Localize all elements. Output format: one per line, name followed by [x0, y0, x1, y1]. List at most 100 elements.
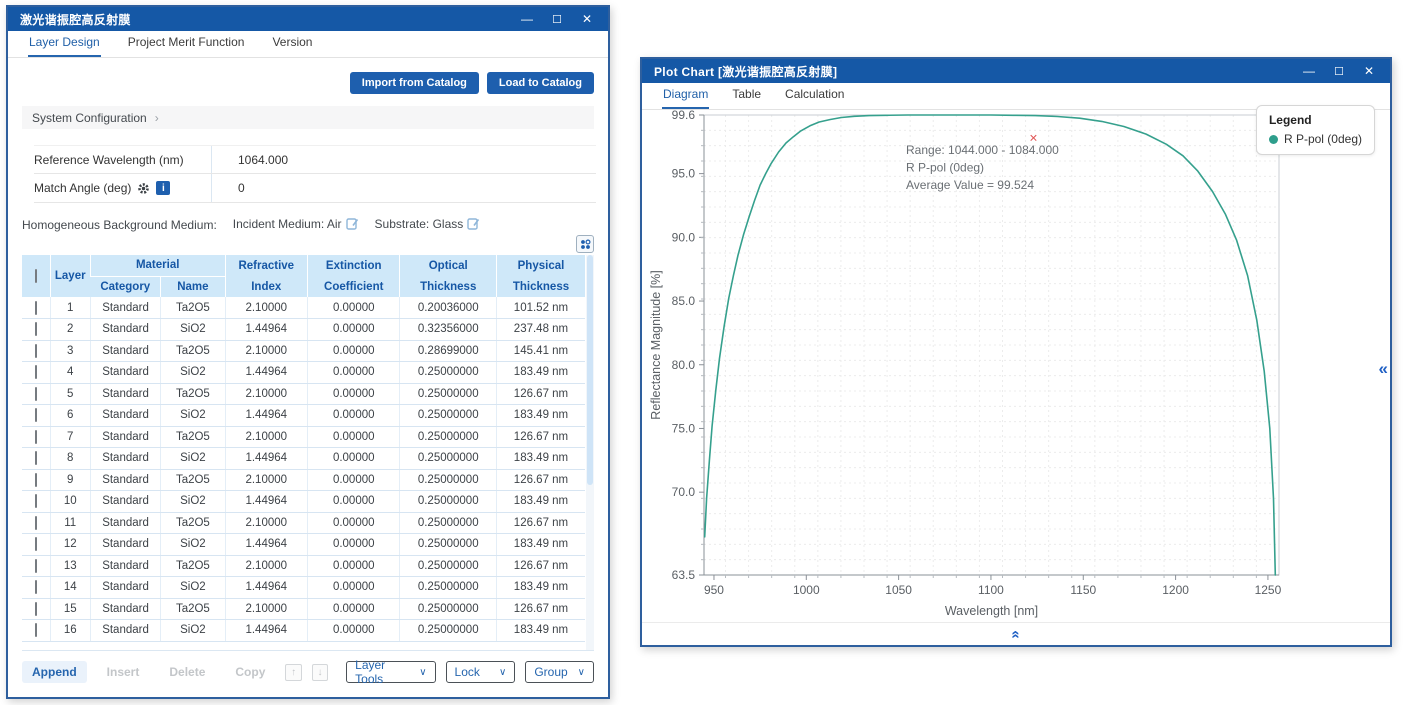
table-cell[interactable]: 0.00000 — [307, 362, 399, 384]
table-cell[interactable]: 0.25000000 — [400, 469, 497, 491]
tab-version[interactable]: Version — [271, 30, 313, 57]
layer-checkbox[interactable] — [35, 451, 37, 465]
append-button[interactable]: Append — [22, 661, 87, 683]
expand-up-icon[interactable]: « — [1009, 630, 1024, 638]
table-cell[interactable]: Standard — [90, 512, 160, 534]
table-cell[interactable]: 2.10000 — [225, 340, 307, 362]
lock-dropdown[interactable]: Lock∨ — [446, 661, 516, 683]
table-cell[interactable]: 2 — [50, 319, 90, 341]
table-cell[interactable]: SiO2 — [161, 534, 225, 556]
table-cell[interactable]: 15 — [50, 598, 90, 620]
table-cell[interactable]: 4 — [50, 362, 90, 384]
table-cell[interactable]: 0.20036000 — [400, 297, 497, 319]
table-cell[interactable]: 14 — [50, 577, 90, 599]
table-cell[interactable]: 237.48 nm — [496, 319, 585, 341]
column-chooser-icon[interactable] — [576, 235, 594, 253]
table-cell[interactable]: 0.00000 — [307, 620, 399, 642]
system-configuration-expander[interactable]: System Configuration › — [22, 106, 594, 129]
table-cell[interactable]: 1.44964 — [225, 448, 307, 470]
table-cell[interactable]: 1 — [50, 297, 90, 319]
table-cell[interactable]: SiO2 — [161, 577, 225, 599]
table-cell[interactable]: Standard — [90, 469, 160, 491]
layer-checkbox[interactable] — [35, 430, 37, 444]
right-titlebar[interactable]: Plot Chart [激光谐振腔高反射膜] — ☐ ✕ — [642, 59, 1390, 83]
table-cell[interactable]: 0.25000000 — [400, 383, 497, 405]
table-cell[interactable]: 126.67 nm — [496, 383, 585, 405]
scrollbar-thumb[interactable] — [587, 255, 593, 485]
layer-checkbox[interactable] — [35, 537, 37, 551]
table-cell[interactable]: 2.10000 — [225, 297, 307, 319]
reference-wavelength-field[interactable]: 1064.000 — [212, 153, 288, 167]
edit-substrate-icon[interactable] — [467, 217, 480, 233]
layer-checkbox[interactable] — [35, 623, 37, 637]
select-all-checkbox[interactable] — [35, 269, 37, 283]
table-cell[interactable]: 0.00000 — [307, 512, 399, 534]
match-angle-field[interactable]: 0 — [212, 181, 245, 195]
table-cell[interactable]: 7 — [50, 426, 90, 448]
table-cell[interactable]: 2.10000 — [225, 555, 307, 577]
table-row[interactable]: 7StandardTa2O52.100000.000000.2500000012… — [22, 426, 585, 448]
minimize-icon[interactable]: — — [1296, 61, 1322, 81]
table-row[interactable]: 13StandardTa2O52.100000.000000.250000001… — [22, 555, 585, 577]
table-cell[interactable]: 0.25000000 — [400, 362, 497, 384]
table-cell[interactable]: 0.28699000 — [400, 340, 497, 362]
table-cell[interactable]: Standard — [90, 448, 160, 470]
table-cell[interactable]: 183.49 nm — [496, 620, 585, 642]
table-row[interactable]: 6StandardSiO21.449640.000000.25000000183… — [22, 405, 585, 427]
table-cell[interactable]: 1.44964 — [225, 534, 307, 556]
table-cell[interactable]: 183.49 nm — [496, 534, 585, 556]
table-cell[interactable]: 8 — [50, 448, 90, 470]
table-cell[interactable]: 1.44964 — [225, 319, 307, 341]
table-cell[interactable]: Ta2O5 — [161, 426, 225, 448]
table-cell[interactable]: 101.52 nm — [496, 297, 585, 319]
table-cell[interactable]: 0.25000000 — [400, 555, 497, 577]
layer-checkbox[interactable] — [35, 344, 37, 358]
delete-button[interactable]: Delete — [159, 661, 215, 683]
layer-checkbox[interactable] — [35, 322, 37, 336]
table-cell[interactable]: 11 — [50, 512, 90, 534]
table-cell[interactable]: 0.25000000 — [400, 405, 497, 427]
table-cell[interactable]: 0.00000 — [307, 426, 399, 448]
tab-diagram[interactable]: Diagram — [662, 82, 709, 109]
table-cell[interactable]: 5 — [50, 383, 90, 405]
table-cell[interactable]: 1.44964 — [225, 362, 307, 384]
table-cell[interactable]: Standard — [90, 297, 160, 319]
gear-icon[interactable] — [137, 182, 150, 195]
table-cell[interactable]: 10 — [50, 491, 90, 513]
table-cell[interactable]: 13 — [50, 555, 90, 577]
close-icon[interactable]: ✕ — [1356, 61, 1382, 81]
table-cell[interactable]: Ta2O5 — [161, 598, 225, 620]
table-cell[interactable]: 9 — [50, 469, 90, 491]
table-cell[interactable]: 126.67 nm — [496, 598, 585, 620]
table-row[interactable]: 5StandardTa2O52.100000.000000.2500000012… — [22, 383, 585, 405]
table-cell[interactable]: Ta2O5 — [161, 512, 225, 534]
table-cell[interactable]: Standard — [90, 362, 160, 384]
layer-checkbox[interactable] — [35, 580, 37, 594]
table-cell[interactable]: Standard — [90, 426, 160, 448]
table-cell[interactable]: SiO2 — [161, 319, 225, 341]
table-cell[interactable]: Ta2O5 — [161, 340, 225, 362]
table-cell[interactable]: Standard — [90, 598, 160, 620]
table-cell[interactable]: Standard — [90, 620, 160, 642]
table-row[interactable]: 4StandardSiO21.449640.000000.25000000183… — [22, 362, 585, 384]
table-cell[interactable]: SiO2 — [161, 448, 225, 470]
table-cell[interactable]: 0.00000 — [307, 383, 399, 405]
layer-checkbox[interactable] — [35, 602, 37, 616]
table-row[interactable]: 1StandardTa2O52.100000.000000.2003600010… — [22, 297, 585, 319]
table-cell[interactable]: Standard — [90, 555, 160, 577]
copy-button[interactable]: Copy — [225, 661, 275, 683]
layer-checkbox[interactable] — [35, 387, 37, 401]
layer-checkbox[interactable] — [35, 559, 37, 573]
tab-calculation[interactable]: Calculation — [784, 82, 845, 109]
table-cell[interactable]: 183.49 nm — [496, 491, 585, 513]
group-dropdown[interactable]: Group∨ — [525, 661, 594, 683]
table-cell[interactable]: 183.49 nm — [496, 405, 585, 427]
maximize-icon[interactable]: ☐ — [544, 9, 570, 29]
table-cell[interactable]: 2.10000 — [225, 469, 307, 491]
table-cell[interactable]: 2.10000 — [225, 512, 307, 534]
table-cell[interactable]: 183.49 nm — [496, 448, 585, 470]
table-cell[interactable]: Standard — [90, 319, 160, 341]
table-cell[interactable]: 1.44964 — [225, 491, 307, 513]
table-cell[interactable]: 0.00000 — [307, 491, 399, 513]
table-cell[interactable]: 16 — [50, 620, 90, 642]
